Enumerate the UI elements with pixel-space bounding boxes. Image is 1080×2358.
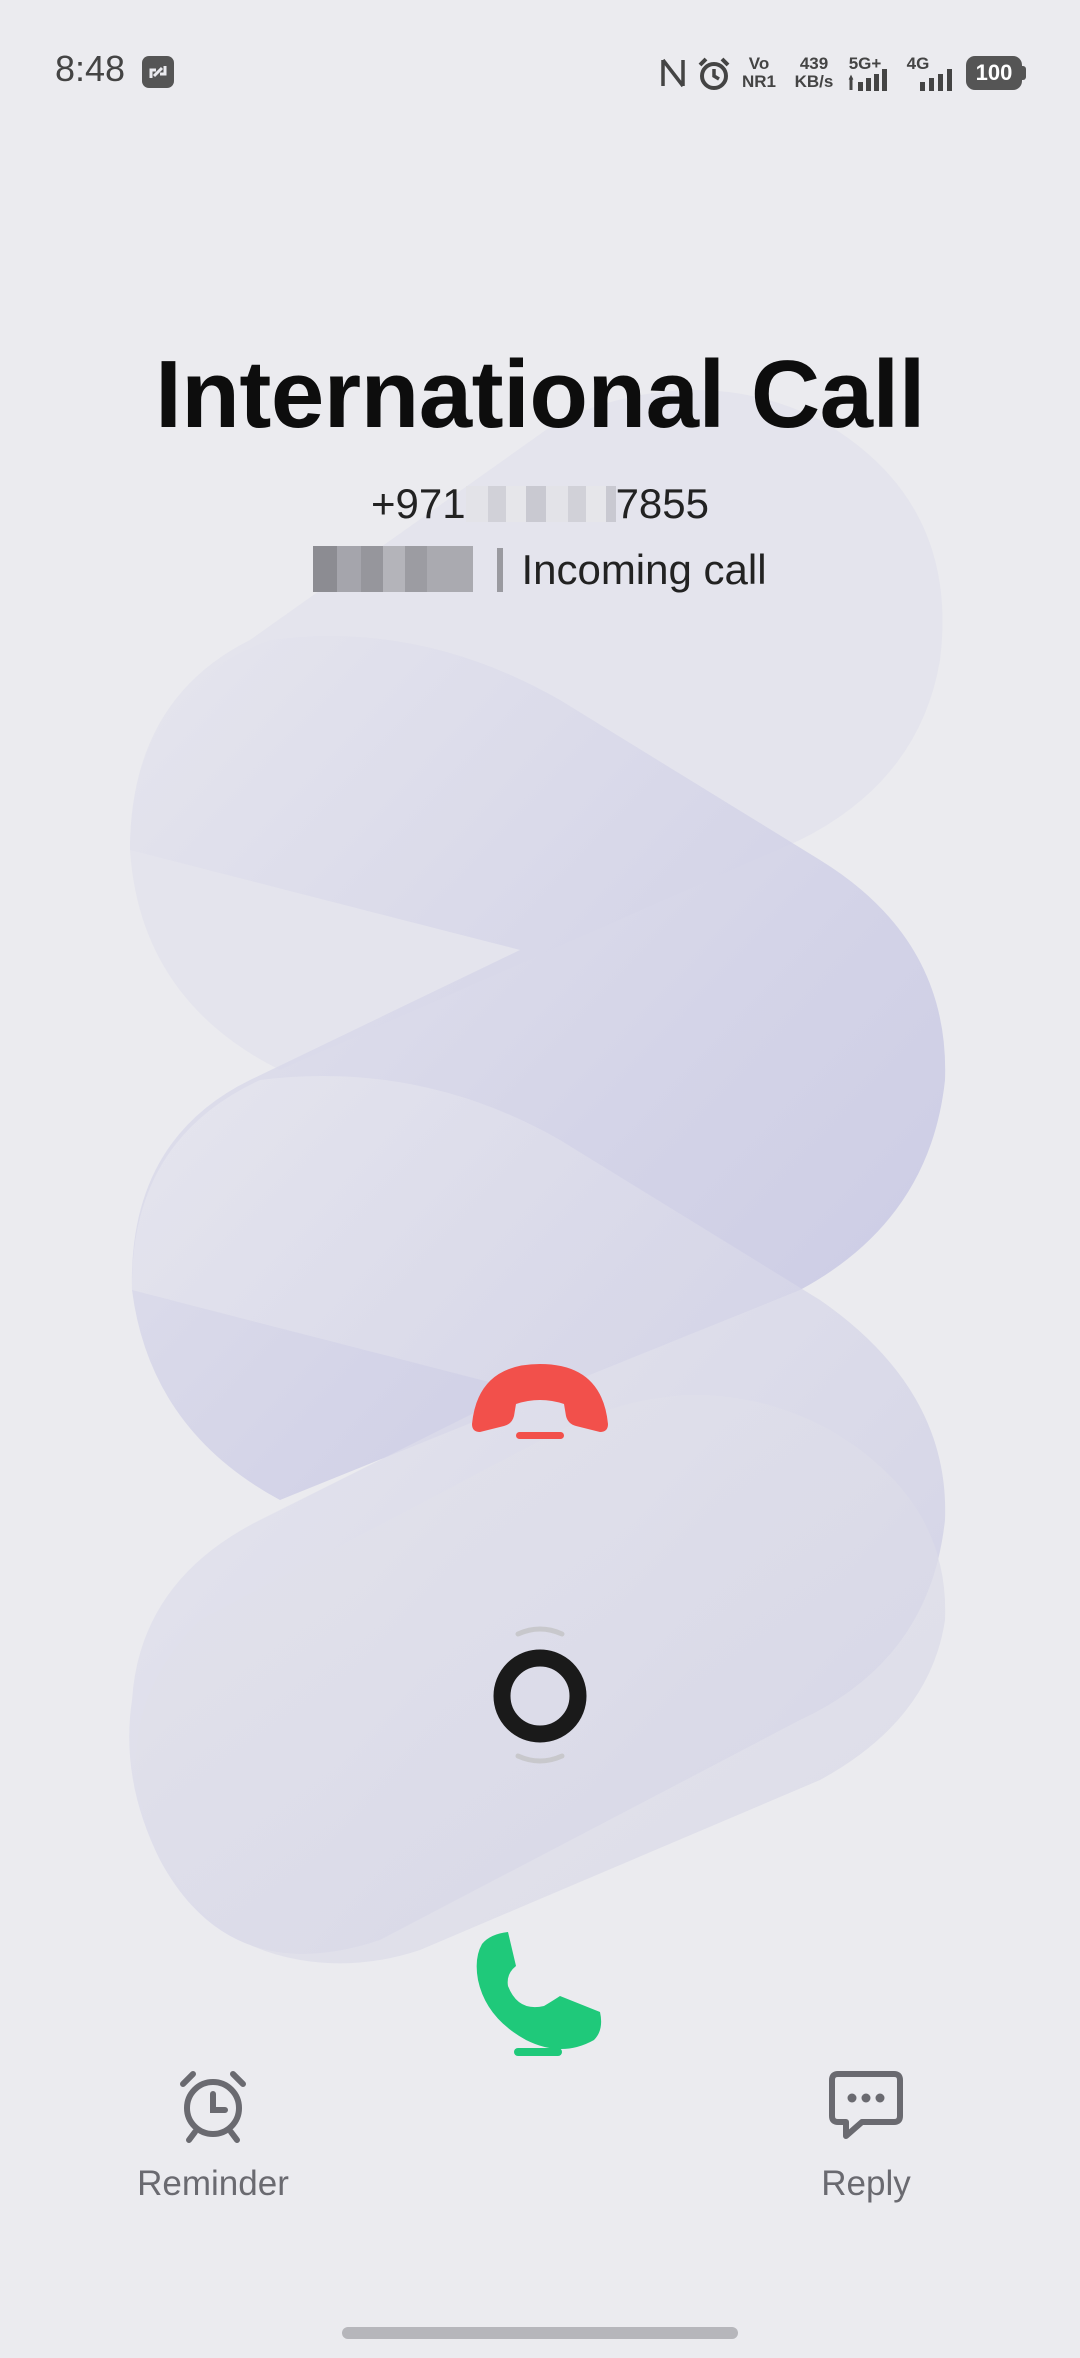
answer-call-button[interactable] (472, 1930, 608, 2060)
speed-value: 439 (799, 54, 829, 73)
nfc-icon (661, 58, 685, 88)
caller-title: International Call (155, 341, 925, 448)
alarm-icon (698, 57, 730, 90)
answer-slider-knob[interactable] (488, 1620, 592, 1770)
reply-button[interactable]: Reply (796, 2060, 936, 2203)
home-indicator[interactable] (342, 2327, 738, 2339)
nr-label: NR1 (741, 72, 776, 91)
decline-call-button[interactable] (468, 1360, 612, 1440)
redacted-digits (465, 486, 616, 522)
slider-ring-icon (493, 1626, 587, 1764)
status-bar: 8:48 Vo NR1 439 KB/s 5G+ 4G 100 (0, 0, 1080, 140)
speed-unit: KB/s (794, 72, 834, 91)
battery-icon: 100 (966, 56, 1022, 90)
caller-number: +971 7855 (0, 480, 1080, 528)
vo-label: Vo (748, 54, 770, 73)
call-status-text: Incoming call (521, 546, 767, 593)
reply-label: Reply (821, 2164, 911, 2203)
number-suffix: 7855 (615, 480, 710, 527)
number-prefix: +971 (370, 480, 466, 527)
signal-icon (920, 69, 952, 91)
redacted-label (313, 546, 474, 592)
reminder-label: Reminder (137, 2164, 289, 2203)
battery-tip (1022, 66, 1026, 80)
divider (497, 548, 504, 592)
reminder-button[interactable]: Reminder (118, 2060, 308, 2203)
hang-up-icon (472, 1364, 608, 1439)
call-status-row: Incoming call (0, 546, 1080, 594)
phone-answer-icon (476, 1932, 602, 2056)
alarm-clock-icon (180, 2071, 246, 2143)
screenshot-app-icon (142, 56, 174, 88)
status-time: 8:48 (55, 48, 126, 89)
message-bubble-icon (829, 2071, 903, 2139)
signal-icon (848, 69, 887, 91)
